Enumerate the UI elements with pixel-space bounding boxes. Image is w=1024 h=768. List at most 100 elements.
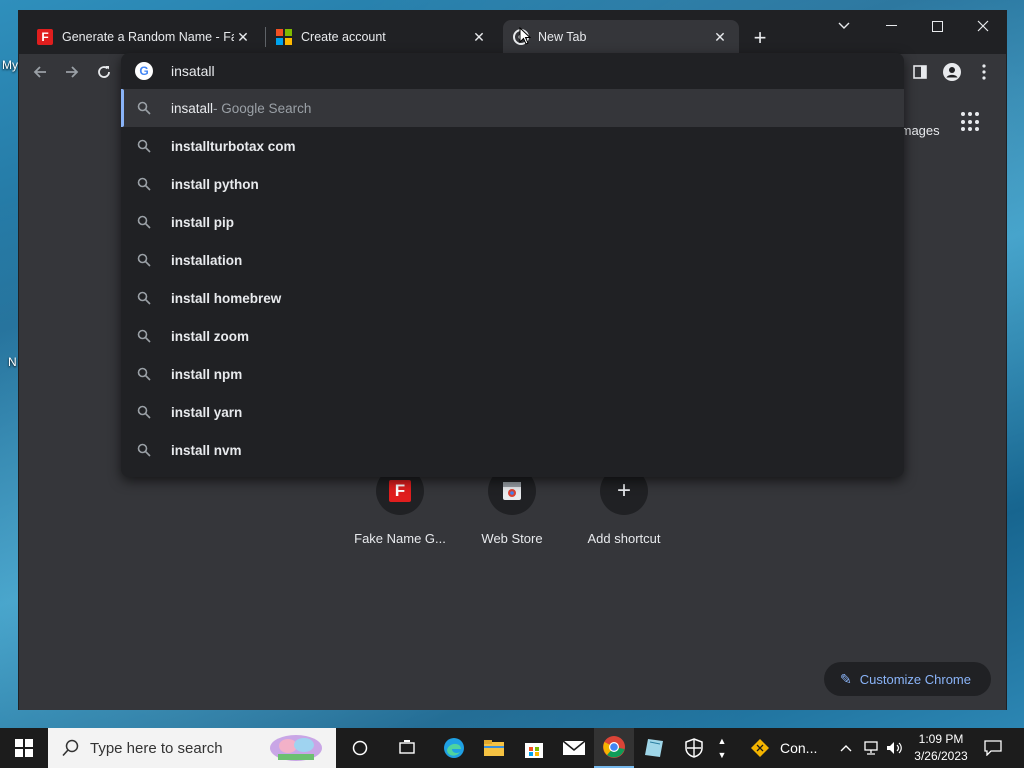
search-icon: [137, 443, 151, 457]
tab-create-account[interactable]: Create account ✕: [266, 20, 498, 54]
cortana-circle-icon[interactable]: [340, 728, 380, 768]
windows-taskbar: Type here to search ▲ ▼ Con... 1:09 PM 3…: [0, 728, 1024, 768]
suggestion-text: install yarn: [171, 404, 243, 420]
edge-icon[interactable]: [434, 728, 474, 768]
omnibox-dropdown: G insatall insatall - Google Search inst…: [121, 53, 904, 477]
desktop-icon-label[interactable]: My: [2, 58, 18, 72]
add-shortcut-button[interactable]: + Add shortcut: [568, 467, 680, 546]
search-icon: [137, 405, 151, 419]
start-button[interactable]: [0, 728, 48, 768]
suggestion-text: installation: [171, 252, 243, 268]
app-diamond-icon: [751, 739, 769, 757]
windows-logo-icon: [15, 739, 33, 757]
customize-label: Customize Chrome: [859, 671, 971, 687]
suggestion-item[interactable]: install nvm: [121, 431, 904, 469]
file-explorer-icon[interactable]: [474, 728, 514, 768]
more-menu-icon[interactable]: [972, 60, 996, 84]
pencil-icon: ✎: [840, 670, 852, 687]
taskbar-app-button[interactable]: Con...: [742, 728, 832, 768]
webstore-icon: [503, 482, 521, 500]
minimize-button[interactable]: [868, 11, 914, 41]
taskbar-search-input[interactable]: Type here to search: [48, 728, 336, 768]
close-window-button[interactable]: [960, 11, 1006, 41]
search-icon: [137, 139, 151, 153]
fakename-f-icon: F: [389, 480, 411, 502]
forward-button[interactable]: [60, 60, 84, 84]
mouse-cursor-icon: [519, 27, 531, 45]
reload-button[interactable]: [92, 60, 116, 84]
tab-search-chevron-icon[interactable]: [821, 11, 867, 41]
shortcut-fake-name[interactable]: F Fake Name G...: [344, 467, 456, 546]
suggestion-item[interactable]: insatall - Google Search: [121, 89, 904, 127]
address-bar-text[interactable]: insatall: [171, 63, 215, 79]
suggestion-text: install homebrew: [171, 290, 282, 306]
task-view-icon[interactable]: [387, 728, 427, 768]
clock-time: 1:09 PM: [918, 732, 964, 746]
fakename-f-icon: F: [37, 29, 53, 45]
tab-title: New Tab: [538, 30, 587, 44]
search-icon: [137, 177, 151, 191]
side-panel-icon[interactable]: [908, 60, 932, 84]
suggestion-item[interactable]: install homebrew: [121, 279, 904, 317]
tab-strip: F Generate a Random Name - Fake ✕ Create…: [19, 11, 1006, 54]
suggestion-text: install npm: [171, 366, 243, 382]
close-icon[interactable]: ✕: [711, 28, 729, 46]
security-shield-icon[interactable]: [674, 728, 714, 768]
suggestion-item[interactable]: install yarn: [121, 393, 904, 431]
chrome-taskbar-icon[interactable]: [594, 728, 634, 768]
notes-app-icon[interactable]: [634, 728, 674, 768]
shortcut-label: Add shortcut: [587, 531, 661, 546]
back-button[interactable]: [28, 60, 52, 84]
close-icon[interactable]: ✕: [470, 28, 488, 46]
show-hidden-icons-chevron-icon[interactable]: [836, 728, 856, 768]
suggestion-text: install pip: [171, 214, 235, 230]
notifications-icon[interactable]: [978, 728, 1008, 768]
suggestion-item[interactable]: install zoom: [121, 317, 904, 355]
profile-avatar-icon[interactable]: [940, 60, 964, 84]
mail-icon[interactable]: [554, 728, 594, 768]
search-icon: [62, 739, 79, 757]
address-bar[interactable]: G insatall: [121, 53, 904, 89]
tab-title: Generate a Random Name - Fake: [62, 30, 234, 44]
search-highlight-icon: [270, 735, 322, 761]
microsoft-icon: [276, 29, 292, 45]
search-placeholder: Type here to search: [90, 739, 223, 757]
suggestion-text: install zoom: [171, 328, 250, 344]
desktop-icon-label[interactable]: N: [8, 355, 17, 369]
google-g-icon: G: [135, 62, 153, 80]
suggestion-item[interactable]: install pip: [121, 203, 904, 241]
search-icon: [137, 215, 151, 229]
search-icon: [137, 101, 151, 115]
suggestion-text: installturbotax com: [171, 138, 296, 154]
shortcut-label: Fake Name G...: [354, 531, 446, 546]
volume-icon[interactable]: [884, 728, 906, 768]
suggestion-text: install python: [171, 176, 259, 192]
taskbar-app-label: Con...: [780, 740, 818, 756]
tab-fake-name[interactable]: F Generate a Random Name - Fake ✕: [27, 20, 262, 54]
shortcut-label: Web Store: [481, 531, 543, 546]
suggestion-list: insatall - Google Search installturbotax…: [121, 89, 904, 469]
customize-chrome-button[interactable]: ✎ Customize Chrome: [824, 662, 991, 696]
network-icon[interactable]: [860, 728, 882, 768]
suggestion-item[interactable]: install npm: [121, 355, 904, 393]
suggestion-suffix: - Google Search: [213, 100, 312, 116]
search-icon: [137, 253, 151, 267]
shortcut-web-store[interactable]: Web Store: [456, 467, 568, 546]
close-icon[interactable]: ✕: [234, 28, 252, 46]
microsoft-store-icon[interactable]: [514, 728, 554, 768]
search-icon: [137, 367, 151, 381]
tab-new-tab[interactable]: New Tab ✕: [503, 20, 739, 54]
taskbar-clock[interactable]: 1:09 PM 3/26/2023: [910, 731, 972, 765]
maximize-button[interactable]: [914, 11, 960, 41]
suggestion-text: insatall: [171, 100, 214, 116]
new-tab-button[interactable]: +: [747, 25, 773, 51]
search-icon: [137, 291, 151, 305]
taskbar-scroll-arrows[interactable]: ▲ ▼: [714, 728, 730, 768]
suggestion-item[interactable]: installturbotax com: [121, 127, 904, 165]
search-icon: [137, 329, 151, 343]
suggestion-item[interactable]: install python: [121, 165, 904, 203]
suggestion-item[interactable]: installation: [121, 241, 904, 279]
google-apps-icon[interactable]: [961, 112, 981, 132]
tab-title: Create account: [301, 30, 386, 44]
clock-date: 3/26/2023: [914, 749, 968, 763]
